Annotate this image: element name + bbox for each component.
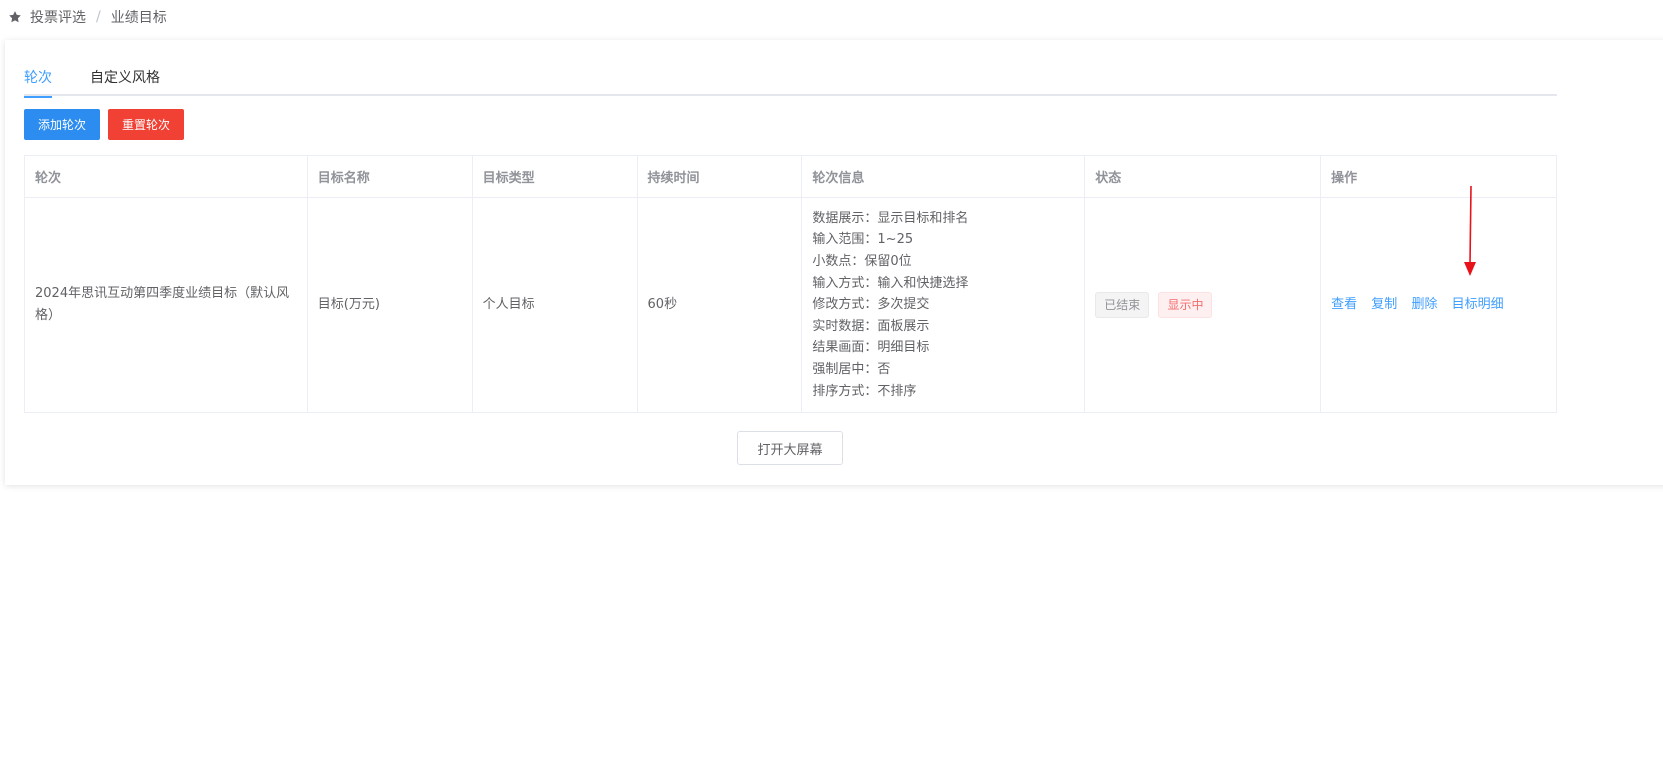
info-input-method: 输入方式：输入和快捷选择 [812,275,969,291]
cell-actions: 查看 复制 删除 目标明细 [1320,197,1557,413]
annotation-arrow-icon [1464,186,1476,276]
info-input-range: 输入范围：1~25 [812,232,914,248]
copy-link[interactable]: 复制 [1371,297,1397,312]
header-round: 轮次 [24,155,308,198]
info-decimal: 小数点：保留0位 [812,254,912,270]
info-sort-method: 排序方式：不排序 [812,383,917,399]
info-data-display: 数据展示：显示目标和排名 [812,210,969,226]
add-round-button[interactable]: 添加轮次 [24,109,100,140]
info-force-center: 强制居中：否 [812,361,891,377]
cell-target-name: 目标(万元) [306,197,473,413]
main-card: 轮次 自定义风格 添加轮次 重置轮次 轮次 目标名称 目标类型 持续时间 轮次信… [5,40,1663,485]
header-target-type: 目标类型 [471,155,638,198]
view-link[interactable]: 查看 [1331,297,1357,312]
table-header-row: 轮次 目标名称 目标类型 持续时间 轮次信息 状态 操作 [24,155,1557,198]
header-round-info: 轮次信息 [801,155,1086,198]
tab-bar: 轮次 自定义风格 [24,60,1557,98]
tab-rounds[interactable]: 轮次 [24,60,52,98]
breadcrumb-separator: / [96,9,101,25]
info-edit-method: 修改方式：多次提交 [812,297,930,313]
status-badge-ended: 已结束 [1095,292,1150,318]
table-row: 2024年思讯互动第四季度业绩目标（默认风格） 目标(万元) 个人目标 60秒 … [24,197,1557,413]
cell-status: 已结束 显示中 [1084,197,1322,413]
rounds-table: 轮次 目标名称 目标类型 持续时间 轮次信息 状态 操作 2024年思讯互动第四… [24,155,1557,413]
cell-target-type: 个人目标 [471,197,638,413]
info-realtime-data: 实时数据：面板展示 [812,318,930,334]
header-actions: 操作 [1320,155,1557,198]
open-big-screen-button[interactable]: 打开大屏幕 [737,431,843,465]
cell-duration: 60秒 [636,197,803,413]
delete-link[interactable]: 删除 [1411,297,1437,312]
status-badge-showing: 显示中 [1158,292,1213,318]
breadcrumb-item-vote[interactable]: 投票评选 [30,7,86,27]
header-status: 状态 [1084,155,1322,198]
info-result-screen: 结果画面：明细目标 [812,340,930,356]
star-icon [8,10,22,24]
breadcrumb-item-target: 业绩目标 [110,10,167,26]
breadcrumb: 投票评选 / 业绩目标 [8,6,167,28]
cell-round: 2024年思讯互动第四季度业绩目标（默认风格） [24,197,308,413]
header-duration: 持续时间 [636,155,803,198]
header-target-name: 目标名称 [306,155,473,198]
target-detail-link[interactable]: 目标明细 [1452,297,1504,312]
reset-round-button[interactable]: 重置轮次 [108,109,184,140]
tab-custom-style[interactable]: 自定义风格 [90,60,160,96]
cell-round-info: 数据展示：显示目标和排名 输入范围：1~25 小数点：保留0位 输入方式：输入和… [801,197,1086,413]
